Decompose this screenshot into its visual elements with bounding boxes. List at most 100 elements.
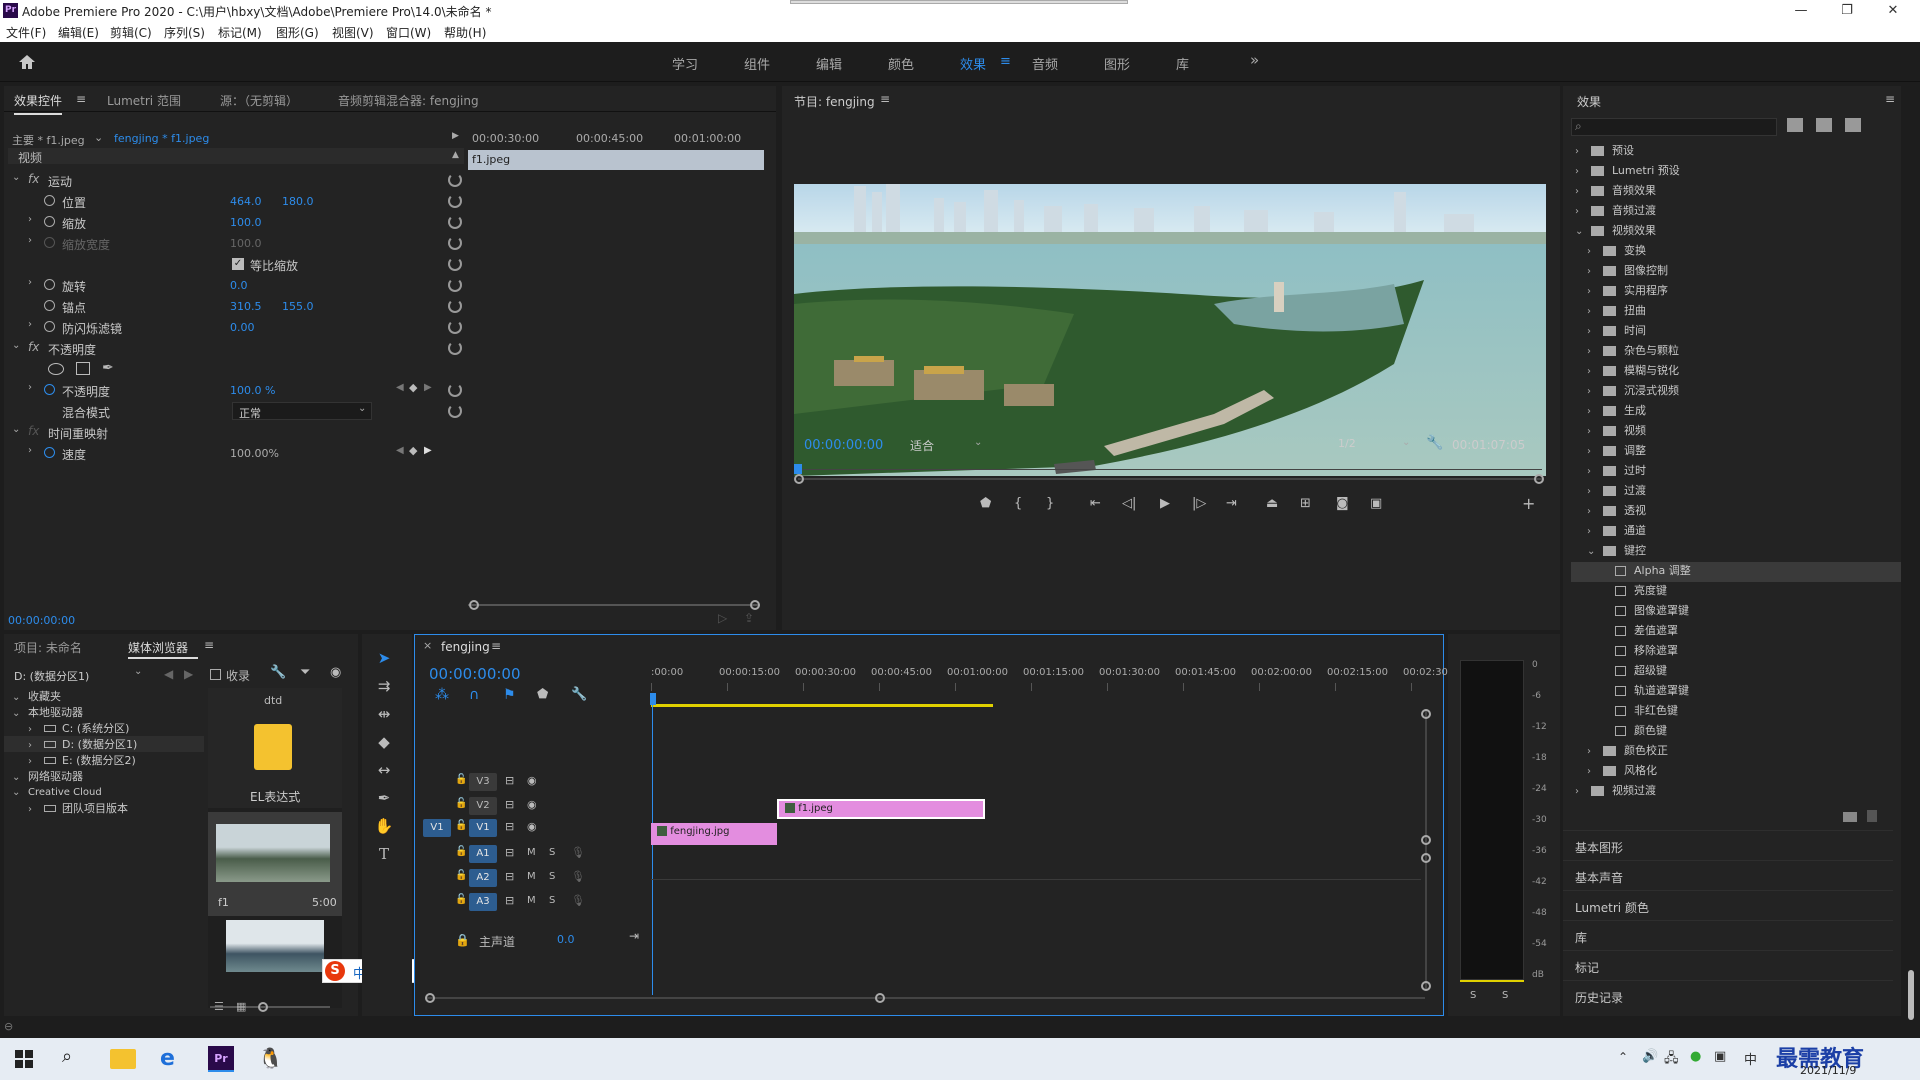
sync-lock-icon[interactable]: ⊟ [505,798,514,811]
source-patch-v1[interactable]: V1 [423,819,451,837]
mark-out-icon[interactable]: } [1046,496,1054,511]
zoom-slider[interactable] [210,1006,330,1008]
tray-chevron-icon[interactable]: ⌃ [1618,1050,1628,1064]
effects-tree-item[interactable]: › 图像控制 [1571,262,1901,282]
prev-keyframe-icon[interactable]: ◀ [396,382,404,393]
panel-menu-icon[interactable]: ≡ [204,638,214,652]
effects-tree-item[interactable]: › Lumetri 预设 [1571,162,1901,182]
chevron-right-icon[interactable]: › [1587,306,1597,317]
add-keyframe-icon[interactable]: ◆ [409,381,417,394]
master-track-value[interactable]: 0.0 [557,933,575,946]
search-icon[interactable]: ⌕ [62,1046,88,1072]
list-view-icon[interactable]: ☰ [214,1000,224,1013]
go-to-end-icon[interactable]: ⇥ [629,929,639,943]
delete-icon[interactable] [1867,810,1877,822]
program-timecode[interactable]: 00:00:00:00 [804,438,883,453]
effects-tree-item[interactable]: 亮度键 [1571,582,1901,602]
drive-tree-item[interactable]: › E: (数据分区2) [4,752,204,768]
lift-icon[interactable]: ⏏ [1266,496,1278,511]
time-remap-row[interactable]: ⌄ fx 时间重映射 [4,422,474,442]
mute-button[interactable]: M [527,871,536,882]
opacity-value[interactable]: 100.0 % [230,384,275,397]
vertical-scrollbar[interactable] [1425,709,1427,989]
effects-tree-item[interactable]: › 变换 [1571,242,1901,262]
drive-tree-item[interactable]: ⌄ 收藏夹 [4,688,204,704]
effects-tree-item[interactable]: › 风格化 [1571,762,1901,782]
voiceover-icon[interactable]: 🎙 [571,870,585,883]
thumb-folder-dtd[interactable]: dtd EL表达式 [208,688,342,808]
windows-start-icon[interactable] [12,1046,38,1072]
reset-icon[interactable] [448,194,462,208]
chevron-right-icon[interactable]: › [28,724,38,735]
chevron-right-icon[interactable]: › [28,740,38,751]
scroll-handle[interactable] [1421,981,1431,991]
track-target-a1[interactable]: A1 [469,845,497,863]
chevron-right-icon[interactable]: › [28,445,38,456]
accelerated-effects-icon[interactable] [1787,118,1803,132]
effects-tree-item[interactable]: › 过渡 [1571,482,1901,502]
solo-right-button[interactable]: S [1502,990,1508,1001]
clip-f1[interactable]: f1.jpeg [777,799,985,819]
mini-timeline-clip[interactable]: f1.jpeg [468,150,764,170]
eye-icon[interactable]: ◉ [527,820,537,833]
effects-tree-item[interactable]: › 通道 [1571,522,1901,542]
volume-icon[interactable]: 🔊 [1642,1049,1658,1064]
chevron-right-icon[interactable]: › [1587,426,1597,437]
scroll-handle[interactable] [1421,853,1431,863]
chevron-right-icon[interactable]: › [1587,526,1597,537]
sync-lock-icon[interactable]: ⊟ [505,820,514,833]
chevron-right-icon[interactable]: › [28,804,38,815]
go-to-in-icon[interactable]: ⇤ [1090,496,1101,511]
filter-icon[interactable]: ▷ [718,611,727,625]
panel-history[interactable]: 历史记录 [1563,980,1893,1010]
chevron-right-icon[interactable]: › [1575,206,1585,217]
speed-value[interactable]: 100.00% [230,447,279,460]
workspace-color[interactable]: 颜色 [888,54,914,73]
effects-tree-item[interactable]: › 视频 [1571,422,1901,442]
program-video-frame[interactable] [794,184,1546,476]
drive-tree-item[interactable]: ⌄ 网络驱动器 [4,768,204,784]
effects-tree-item[interactable]: 颜色键 [1571,722,1901,742]
slip-tool-icon[interactable]: ↔ [374,760,394,780]
effects-tree-item[interactable]: › 杂色与颗粒 [1571,342,1901,362]
chevron-right-icon[interactable]: › [1575,186,1585,197]
scroll-handle[interactable] [469,600,479,610]
snap-icon[interactable]: ∩ [469,687,479,703]
chevron-right-icon[interactable]: › [1575,786,1585,797]
new-bin-icon[interactable] [1843,812,1857,822]
track-target-v1[interactable]: V1 [469,819,497,837]
tab-source[interactable]: 源：（无剪辑） [220,92,298,109]
chevron-right-icon[interactable]: › [1587,406,1597,417]
home-icon[interactable] [18,54,36,70]
close-button[interactable]: ✕ [1870,0,1916,22]
effects-tree-item[interactable]: › 颜色校正 [1571,742,1901,762]
reset-icon[interactable] [448,320,462,334]
effects-tree-item[interactable]: ⌄ 键控 [1571,542,1901,562]
panel-menu-icon[interactable]: ≡ [1885,92,1895,106]
file-explorer-icon[interactable] [110,1049,136,1069]
scroll-handle[interactable] [875,993,885,1003]
step-back-icon[interactable]: ◁| [1122,496,1136,511]
effects-tree-item[interactable]: Alpha 调整 [1571,562,1901,582]
tray-app-icon[interactable]: ▣ [1714,1049,1726,1064]
chevron-right-icon[interactable]: › [1587,746,1597,757]
chevron-right-icon[interactable]: › [1587,266,1597,277]
tray-app-icon[interactable]: ● [1690,1049,1701,1064]
add-marker-icon[interactable]: ⬟ [537,687,548,702]
hand-tool-icon[interactable]: ✋ [374,816,394,836]
panel-libraries[interactable]: 库 [1563,920,1893,950]
scroll-handle[interactable] [1421,835,1431,845]
chevron-right-icon[interactable]: › [1587,446,1597,457]
mute-button[interactable]: M [527,847,536,858]
menu-edit[interactable]: 编辑(E) [58,24,99,41]
tab-lumetri-scopes[interactable]: Lumetri 范围 [107,92,181,109]
chevron-right-icon[interactable]: › [28,319,38,330]
chevron-right-icon[interactable]: › [1587,766,1597,777]
thumb-f1[interactable]: f1 5:00 [208,812,342,916]
sync-lock-icon[interactable]: ⊟ [505,870,514,883]
chevron-right-icon[interactable]: › [1587,466,1597,477]
drive-tree-item[interactable]: ⌄ 本地驱动器 [4,704,204,720]
forward-icon[interactable]: ▶ [184,667,193,681]
drive-tree-item[interactable]: › 团队项目版本 [4,800,204,816]
workspace-learn[interactable]: 学习 [672,54,698,73]
